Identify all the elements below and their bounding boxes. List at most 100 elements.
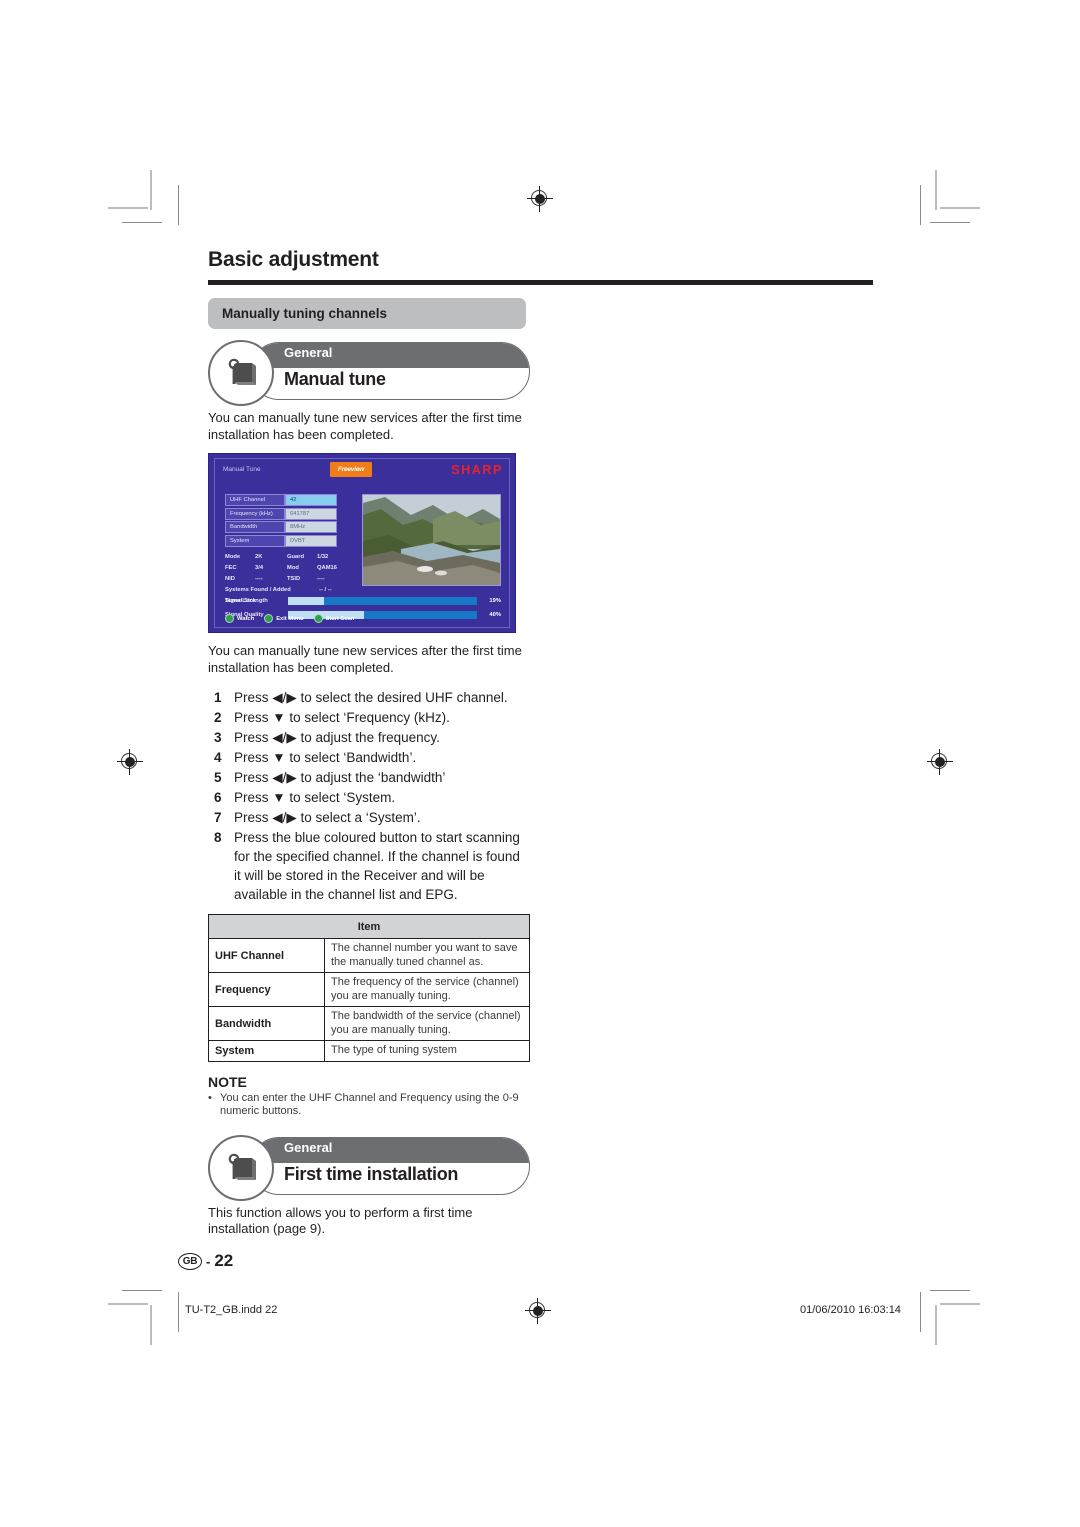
- osd-button-bar: Watch Exit Menu Start Scan: [225, 614, 364, 623]
- step-number: 1: [214, 690, 222, 705]
- step-item: 4 Press ▼ to select ‘Bandwidth’.: [208, 748, 530, 767]
- osd-field-label: System: [225, 534, 285, 547]
- page-number: 22: [214, 1251, 234, 1270]
- title-rule: [208, 280, 873, 285]
- feature-category: General: [284, 345, 333, 360]
- osd-stat-cell: 3/4: [255, 564, 264, 571]
- feature-name: First time installation: [284, 1163, 459, 1184]
- table-header-item: Item: [208, 914, 530, 939]
- osd-action-button[interactable]: Exit Menu: [264, 614, 304, 623]
- table-cell-description: The frequency of the service (channel) y…: [324, 972, 530, 1007]
- table-cell-item: UHF Channel: [208, 938, 325, 973]
- step-text: Press ◀/▶ to adjust the frequency.: [234, 730, 440, 745]
- table-cell-item: Bandwidth: [208, 1006, 325, 1041]
- feature-header-manual-tune: General Manual tune: [208, 340, 530, 406]
- step-item: 8 Press the blue coloured button to start…: [208, 828, 530, 904]
- osd-signal-bar-percent: 40%: [489, 612, 501, 618]
- registration-mark-right-middle: [927, 749, 953, 775]
- osd-stat-cell: Mode: [225, 553, 241, 560]
- footer-timestamp: 01/06/2010 16:03:14: [800, 1304, 901, 1316]
- table-row: System The type of tuning system: [208, 1040, 530, 1062]
- osd-stat-cell: QAM16: [317, 564, 337, 571]
- osd-field-label: Bandwidth: [225, 521, 285, 533]
- step-list: 1 Press ◀/▶ to select the desired UHF cha…: [208, 688, 530, 904]
- osd-field-row[interactable]: UHF Channel 42: [225, 494, 337, 506]
- trim-mark-bottom-left-v: [178, 1292, 180, 1332]
- osd-stat-cell: ----: [255, 575, 263, 582]
- note-heading: NOTE: [208, 1073, 247, 1090]
- crop-mark-top-left-v: [150, 170, 152, 210]
- region-code-badge: GB: [178, 1252, 202, 1270]
- step-number: 4: [214, 750, 222, 765]
- table-header-row: Item: [208, 914, 530, 939]
- step-number: 6: [214, 790, 222, 805]
- step-number: 2: [214, 710, 222, 725]
- freeview-logo-text: Freeview: [337, 466, 365, 473]
- osd-field-value[interactable]: 8MHz: [285, 521, 337, 533]
- osd-field-value[interactable]: 641787: [285, 507, 337, 520]
- feature-intro-text: You can manually tune new services after…: [208, 410, 522, 442]
- step-item: 2 Press ▼ to select ‘Frequency (kHz).: [208, 708, 530, 727]
- section-band-label: Manually tuning channels: [222, 306, 388, 321]
- step-text: Press ◀/▶ to select a ‘System’.: [234, 810, 421, 825]
- trim-mark-top-right-h: [930, 222, 970, 224]
- osd-action-button[interactable]: Watch: [225, 614, 254, 623]
- step-item: 3 Press ◀/▶ to adjust the frequency.: [208, 728, 530, 747]
- trim-mark-bottom-left-h: [122, 1290, 162, 1292]
- osd-field-row[interactable]: System DVBT: [225, 534, 337, 547]
- page-number-dash: -: [206, 1253, 211, 1269]
- osd-field-row[interactable]: Frequency (kHz) 641787: [225, 507, 337, 520]
- sharp-logo: SHARP: [451, 463, 503, 477]
- trim-mark-bottom-right-v: [920, 1292, 922, 1332]
- footer-file-name: TU-T2_GB.indd 22: [185, 1304, 278, 1316]
- osd-button-colour-dot-icon: [313, 614, 323, 623]
- step-item: 7 Press ◀/▶ to select a ‘System’.: [208, 808, 530, 827]
- trim-mark-top-left-h: [122, 222, 162, 224]
- osd-stat-row: FEC 3/4 Mod QAM16: [225, 562, 355, 573]
- osd-stat-cell: ----: [317, 575, 325, 582]
- osd-signal-bar-percent: 19%: [489, 598, 501, 604]
- osd-screenshot: Manual Tune Freeview SHARP UHF Channel 42…: [208, 453, 516, 633]
- crop-mark-bottom-right-v: [935, 1305, 937, 1345]
- page-number-block: GB - 22: [178, 1251, 233, 1271]
- table-cell-description: The channel number you want to save the …: [324, 938, 530, 973]
- manual-page: Basic adjustment Manually tuning channel…: [0, 0, 1080, 1527]
- step-number: 7: [214, 810, 222, 825]
- step-text: Press ▼ to select ‘Bandwidth’.: [234, 750, 417, 765]
- crop-mark-bottom-left-h: [108, 1303, 148, 1305]
- osd-signal-bar-label: Signal Strength: [225, 598, 268, 604]
- freeview-logo: Freeview: [330, 462, 372, 477]
- table-cell-item: System: [208, 1040, 325, 1062]
- osd-field-row[interactable]: Bandwidth 8MHz: [225, 521, 337, 533]
- osd-button-label: Watch: [237, 615, 255, 622]
- feature-header-first-time-installation: General First time installation: [208, 1134, 530, 1201]
- osd-field-value[interactable]: DVBT: [285, 534, 337, 547]
- osd-systems-found-row: Systems Found / Added -- / --: [225, 584, 355, 595]
- osd-stat-row: Mode 2K Guard 1/32: [225, 551, 355, 562]
- osd-stat-cell: 1/32: [317, 553, 329, 560]
- step-item: 5 Press ◀/▶ to adjust the ‘bandwidth’: [208, 768, 530, 787]
- tuner-wrench-icon: [208, 340, 274, 406]
- osd-action-button[interactable]: Start Scan: [313, 614, 355, 623]
- osd-button-colour-dot-icon: [225, 614, 234, 623]
- step-number: 3: [214, 730, 222, 745]
- note-body: • You can enter the UHF Channel and Freq…: [208, 1092, 530, 1119]
- osd-button-label: Start Scan: [325, 615, 355, 622]
- osd-field-value[interactable]: 42: [285, 494, 337, 506]
- note-text: You can enter the UHF Channel and Freque…: [220, 1091, 519, 1118]
- osd-stat-cell: NID: [225, 575, 235, 582]
- trim-mark-top-left-v: [178, 185, 180, 225]
- osd-field-list: UHF Channel 42 Frequency (kHz) 641787 Bandwi…: [225, 494, 337, 548]
- table-cell-item: Frequency: [208, 972, 325, 1007]
- section-band: Manually tuning channels: [208, 298, 526, 329]
- step-text: Press ▼ to select ‘Frequency (kHz).: [234, 710, 450, 725]
- tuner-wrench-icon: [208, 1134, 274, 1201]
- step-item: 1 Press ◀/▶ to select the desired UHF cha…: [208, 688, 530, 707]
- osd-signal-bar-row: Signal Strength 19%: [225, 595, 501, 607]
- table-row: UHF Channel The channel number you want t…: [208, 938, 530, 973]
- registration-mark-bottom-center: [525, 1298, 551, 1324]
- registration-mark-top-center: [527, 186, 553, 212]
- osd-field-label: UHF Channel: [225, 494, 285, 506]
- step-text: Press ◀/▶ to adjust the ‘bandwidth’: [234, 770, 446, 785]
- step-text: Press the blue coloured button to start …: [234, 830, 520, 902]
